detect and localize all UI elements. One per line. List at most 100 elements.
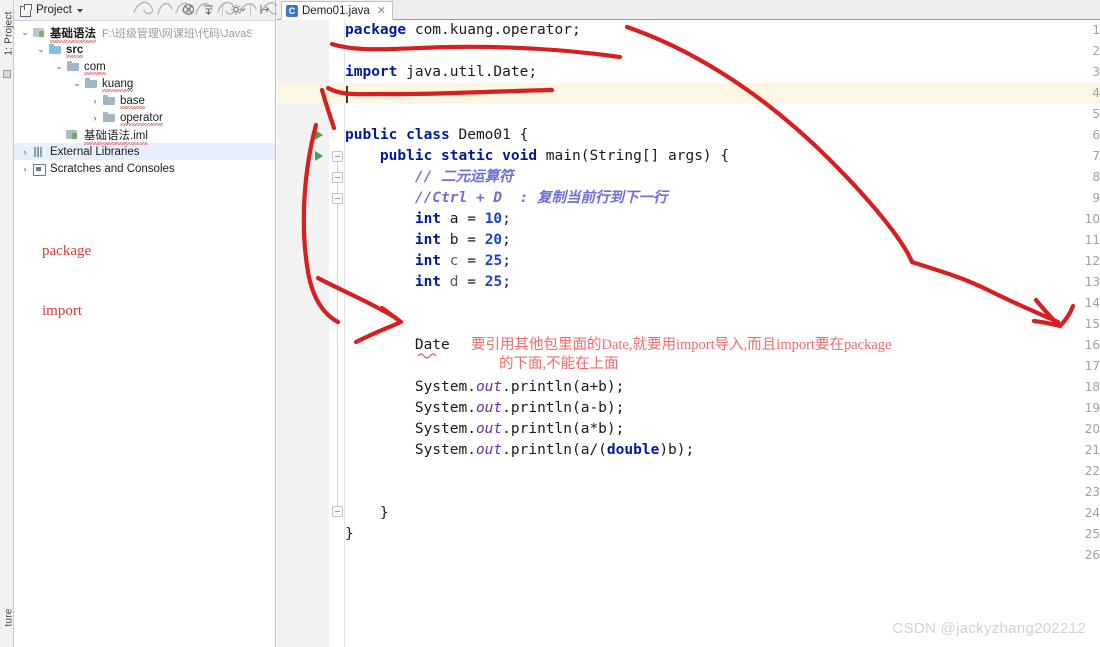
code-line[interactable]: System.out.println(a*b); <box>345 419 625 440</box>
tree-item-label: com <box>84 60 106 75</box>
code-line[interactable]: // 二元运算符 <box>345 167 514 188</box>
project-tool-icon[interactable] <box>3 70 11 78</box>
scratches-icon <box>32 162 47 176</box>
code-line[interactable]: System.out.println(a/(double)b); <box>345 440 694 461</box>
folder-icon <box>102 111 117 124</box>
project-tree: ⌄ 基础语法 F:\班级管理\网课班\代码\JavaSE\基础 ⌄ src ⌄ … <box>14 21 275 177</box>
code-line[interactable]: System.out.println(a-b); <box>345 398 625 419</box>
collapse-all-icon[interactable] <box>182 3 195 17</box>
tool-window-tab-project[interactable]: 1: Project <box>4 3 15 65</box>
line-number: 11 <box>1084 233 1100 247</box>
tree-twisty-icon[interactable]: › <box>18 147 32 157</box>
toolbar-separator <box>250 4 251 16</box>
line-number: 18 <box>1084 380 1100 394</box>
line-number: 20 <box>1084 422 1100 436</box>
line-number: 14 <box>1084 296 1100 310</box>
line-number: 17 <box>1084 359 1100 373</box>
line-number: 1 <box>1092 23 1100 37</box>
run-gutter-arrow-icon[interactable] <box>315 151 323 161</box>
line-number: 22 <box>1084 464 1100 478</box>
line-number: 6 <box>1092 128 1100 142</box>
fold-collapse-icon[interactable] <box>332 506 343 517</box>
editor-tab-demo01[interactable]: C Demo01.java ✕ <box>281 1 393 20</box>
tree-item-label: base <box>120 94 145 109</box>
tree-twisty-icon[interactable]: › <box>88 96 102 106</box>
annotation-package-label: package <box>42 243 92 259</box>
folder-icon <box>66 60 81 73</box>
text-caret <box>346 86 348 103</box>
line-number: 23 <box>1084 485 1100 499</box>
code-line[interactable]: int b = 20; <box>345 230 511 251</box>
code-line[interactable]: int a = 10; <box>345 209 511 230</box>
line-number: 4 <box>1092 86 1100 100</box>
ide-window: 1: Project ture Project ⌄ 基础语法 F:\班级管理\网… <box>0 0 1100 647</box>
source-folder-icon <box>48 43 63 56</box>
line-number: 10 <box>1084 212 1100 226</box>
line-number: 9 <box>1092 191 1100 205</box>
project-panel-title: Project <box>36 4 72 16</box>
tree-twisty-icon[interactable]: ⌄ <box>18 27 32 38</box>
tree-item-label: 基础语法.iml <box>84 127 148 145</box>
line-number: 24 <box>1084 506 1100 520</box>
line-number: 8 <box>1092 170 1100 184</box>
tree-item-operator[interactable]: › operator <box>14 109 275 126</box>
close-icon[interactable]: ✕ <box>377 4 386 17</box>
tree-item-scratches[interactable]: › Scratches and Consoles <box>14 160 275 177</box>
fold-region-line <box>337 157 338 517</box>
line-number: 3 <box>1092 65 1100 79</box>
tree-item-label: External Libraries <box>50 145 140 158</box>
line-number-gutter <box>277 20 312 647</box>
tree-item-label: operator <box>120 111 163 126</box>
editor-tab-bar: C Demo01.java ✕ <box>277 0 1100 20</box>
editor-tab-label: Demo01.java <box>302 4 370 17</box>
tree-twisty-icon[interactable]: › <box>88 113 102 123</box>
tree-item-base[interactable]: › base <box>14 92 275 109</box>
code-line[interactable]: int d = 25; <box>345 272 511 293</box>
line-number: 25 <box>1084 527 1100 541</box>
tree-item-module[interactable]: ⌄ 基础语法 F:\班级管理\网课班\代码\JavaSE\基础 <box>14 24 275 43</box>
marker-gutter <box>312 20 329 647</box>
left-tool-strip: 1: Project ture <box>0 0 15 647</box>
line-number: 12 <box>1084 254 1100 268</box>
code-line[interactable]: int c = 25; <box>345 251 511 272</box>
line-number: 5 <box>1092 107 1100 121</box>
tree-item-kuang[interactable]: ⌄ kuang <box>14 75 275 92</box>
project-panel-toolbar: Project <box>14 0 292 21</box>
code-line[interactable]: } <box>345 503 389 524</box>
hide-panel-icon[interactable] <box>258 3 271 17</box>
tree-twisty-icon[interactable]: ⌄ <box>52 61 66 72</box>
code-editor[interactable]: package com.kuang.operator; import java.u… <box>277 20 1100 647</box>
fold-collapse-icon[interactable] <box>332 151 343 162</box>
tool-window-tab-structure[interactable]: ture <box>4 587 15 647</box>
fold-collapse-icon[interactable] <box>332 193 343 204</box>
code-line[interactable]: //Ctrl + D : 复制当前行到下一行 <box>345 188 668 209</box>
code-line[interactable]: System.out.println(a+b); <box>345 377 625 398</box>
tree-item-label: kuang <box>102 77 134 92</box>
tree-twisty-icon[interactable]: › <box>18 164 32 174</box>
java-class-icon: C <box>286 4 298 17</box>
tree-twisty-icon[interactable]: ⌄ <box>70 78 84 89</box>
tree-item-iml[interactable]: 基础语法.iml <box>14 126 275 145</box>
tree-item-external-libraries[interactable]: › External Libraries <box>14 143 275 160</box>
line-number: 13 <box>1084 275 1100 289</box>
expand-all-icon[interactable] <box>202 3 215 17</box>
code-line[interactable]: public static void main(String[] args) { <box>345 146 729 167</box>
fold-collapse-icon[interactable] <box>332 172 343 183</box>
tree-item-src[interactable]: ⌄ src <box>14 41 275 58</box>
line-number: 7 <box>1092 149 1100 163</box>
line-number: 26 <box>1084 548 1100 562</box>
chevron-down-icon[interactable] <box>76 9 83 13</box>
annotation-import-explanation-line2: 的下面,不能在上面 <box>499 356 619 372</box>
tree-item-label: src <box>66 43 84 58</box>
settings-gear-icon[interactable] <box>230 3 246 17</box>
tree-item-com[interactable]: ⌄ com <box>14 58 275 75</box>
tree-item-path: F:\班级管理\网课班\代码\JavaSE\基础 <box>102 27 252 40</box>
code-line[interactable]: public class Demo01 { <box>345 125 528 146</box>
code-line[interactable]: } <box>345 524 354 545</box>
tree-twisty-icon[interactable]: ⌄ <box>34 44 48 55</box>
project-tool-window: Project ⌄ 基础语法 F:\班级管理\网课班\代码\JavaS ⌄ sr… <box>14 0 292 647</box>
code-line[interactable]: package com.kuang.operator; <box>345 20 581 41</box>
run-gutter-arrow-icon[interactable] <box>315 130 323 140</box>
watermark-text: CSDN @jackyzhang202212 <box>892 620 1086 637</box>
code-line[interactable]: import java.util.Date; <box>345 62 537 83</box>
